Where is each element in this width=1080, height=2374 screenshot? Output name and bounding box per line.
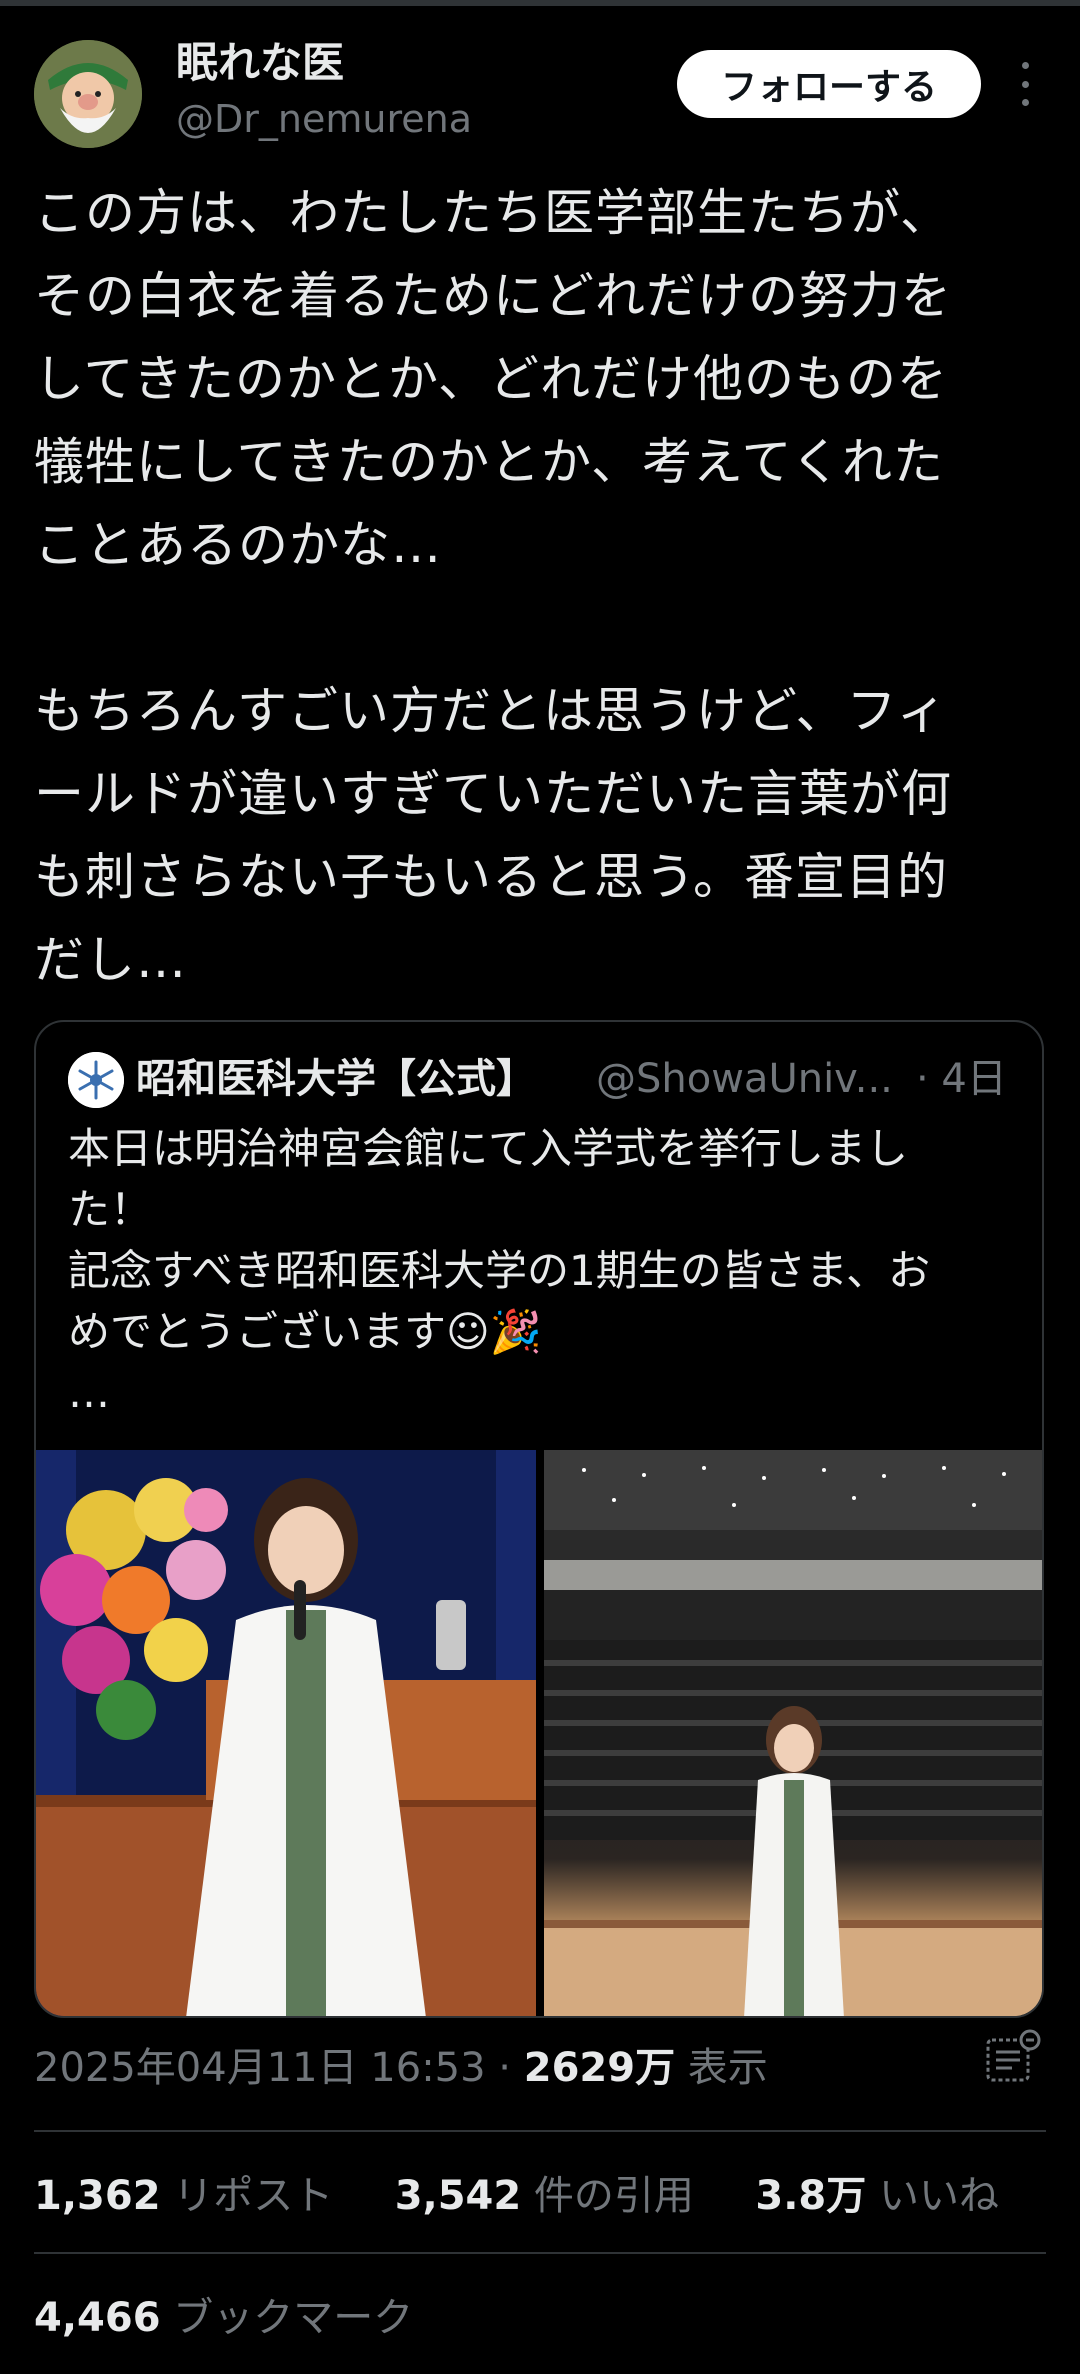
follow-button[interactable]: フォローする <box>677 50 981 118</box>
engagement-stats: 1,362 リポスト 3,542 件の引用 3.8万 いいね <box>34 2168 999 2224</box>
tweet-text: この方は、わたしたち医学部生たちが、 その白衣を着るためにどれだけの努力を して… <box>34 184 952 989</box>
divider <box>34 2130 1046 2132</box>
divider <box>34 2252 1046 2254</box>
quoted-author-handle: @ShowaUniv... <box>596 1056 893 1102</box>
quotes-stat[interactable]: 3,542 件の引用 <box>395 2173 694 2219</box>
quoted-photo-2[interactable] <box>544 1450 1042 2016</box>
likes-stat[interactable]: 3.8万 いいね <box>755 2173 999 2219</box>
views-count: 2629万 <box>523 2045 676 2091</box>
quoted-tweet-text: 本日は明治神宮会館にて入学式を挙行しまし た！ 記念すべき昭和医科大学の1期生の… <box>68 1124 931 1417</box>
quoted-photo-1[interactable] <box>36 1450 536 2016</box>
tweet-meta: 2025年04月11日 16:53 · 2629万 表示 <box>34 2040 768 2096</box>
quoted-author-name: 昭和医科大学【公式】 <box>136 1056 536 1102</box>
more-options-icon[interactable] <box>1010 62 1040 106</box>
quoted-tweet-time: · 4日 <box>916 1056 1007 1102</box>
reposts-stat[interactable]: 1,362 リポスト <box>34 2173 333 2219</box>
author-handle[interactable]: @Dr_nemurena <box>176 96 472 142</box>
author-name[interactable]: 眠れな医 <box>176 38 344 88</box>
top-divider <box>0 0 1080 6</box>
quoted-tweet-card[interactable]: 昭和医科大学【公式】 @ShowaUniv... · 4日 本日は明治神宮会館に… <box>34 1020 1044 2018</box>
post-engagements-icon[interactable] <box>982 2028 1042 2088</box>
quoted-author-avatar <box>68 1052 124 1108</box>
author-avatar[interactable] <box>34 40 142 148</box>
views-label: 表示 <box>675 2045 768 2091</box>
tweet-datetime[interactable]: 2025年04月11日 16:53 · <box>34 2045 524 2091</box>
bookmarks-stat[interactable]: 4,466 ブックマーク <box>34 2290 413 2346</box>
